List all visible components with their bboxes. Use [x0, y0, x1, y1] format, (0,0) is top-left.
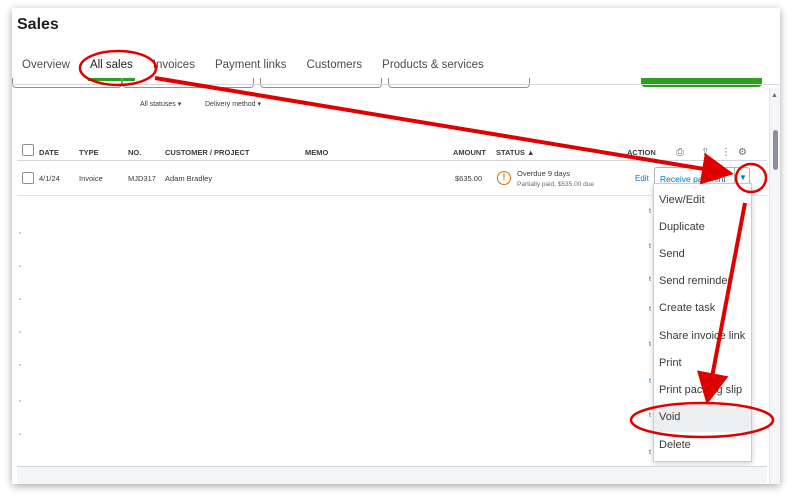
header-divider [17, 160, 767, 161]
filter-dropdown-3[interactable] [260, 78, 382, 88]
col-status[interactable]: STATUS ▲ [496, 148, 534, 157]
delivery-filter[interactable]: Delivery method ▾ [205, 100, 261, 108]
app-window: Sales Overview All sales Invoices Paymen… [12, 8, 780, 484]
table-footer [17, 466, 767, 484]
menu-item-view-edit[interactable]: View/Edit [654, 188, 751, 215]
row-placeholder [19, 298, 21, 300]
page-title: Sales [17, 16, 59, 33]
vertical-scrollbar[interactable]: ▲ [769, 88, 780, 484]
filter-dropdown-2[interactable] [122, 78, 254, 88]
caret-down-icon: ▼ [739, 173, 747, 182]
row-placeholder [19, 265, 21, 267]
more-vertical-icon[interactable]: ⋮ [721, 147, 731, 158]
menu-item-send-reminder[interactable]: Send reminder [654, 269, 751, 296]
filter-dropdown-1[interactable] [12, 78, 122, 88]
gear-icon[interactable]: ⚙ [738, 147, 747, 158]
menu-item-share-invoice-link[interactable]: Share invoice link [654, 324, 751, 351]
col-action: ACTION [627, 148, 656, 157]
select-all-checkbox[interactable] [22, 144, 34, 156]
row-checkbox[interactable] [22, 172, 34, 184]
menu-item-send[interactable]: Send [654, 242, 751, 269]
row-placeholder [19, 433, 21, 435]
table-header: DATE TYPE NO. CUSTOMER / PROJECT MEMO AM… [12, 141, 766, 161]
row-no: MJD317 [128, 174, 156, 183]
row-type: Invoice [79, 174, 103, 183]
scroll-up-icon[interactable]: ▲ [771, 92, 778, 99]
edit-link[interactable]: Edit [635, 174, 649, 183]
row-placeholder [19, 331, 21, 333]
action-menu: View/Edit Duplicate Send Send reminder C… [653, 183, 752, 462]
statuses-filter-label: All statuses [140, 101, 176, 108]
printer-icon[interactable]: ⎙ [676, 147, 684, 158]
row-date: 4/1/24 [39, 174, 60, 183]
col-customer[interactable]: CUSTOMER / PROJECT [165, 148, 249, 157]
new-transaction-button[interactable] [641, 78, 762, 87]
col-date[interactable]: DATE [39, 148, 59, 157]
menu-item-create-task[interactable]: Create task [654, 296, 751, 323]
row-placeholder [19, 364, 21, 366]
scroll-thumb[interactable] [773, 130, 778, 170]
menu-item-print-packing-slip[interactable]: Print packing slip [654, 378, 751, 405]
menu-item-duplicate[interactable]: Duplicate [654, 215, 751, 242]
chevron-down-icon: ▾ [177, 101, 182, 108]
chevron-down-icon: ▾ [257, 101, 262, 108]
statuses-filter[interactable]: All statuses ▾ [140, 100, 181, 108]
row-customer: Adam Bradley [165, 174, 213, 183]
col-amount[interactable]: AMOUNT [453, 148, 486, 157]
tabs-divider [12, 84, 780, 85]
col-no[interactable]: NO. [128, 148, 141, 157]
menu-item-print[interactable]: Print [654, 351, 751, 378]
warning-icon: ! [497, 171, 511, 185]
col-memo[interactable]: MEMO [305, 148, 328, 157]
row-amount: $635.00 [455, 174, 483, 183]
row-status-detail: Partially paid, $535.00 due [517, 181, 594, 188]
menu-item-void[interactable]: Void [654, 405, 751, 432]
row-status: Overdue 9 days [517, 169, 570, 178]
delivery-filter-label: Delivery method [205, 101, 256, 108]
row-placeholder [19, 232, 21, 234]
row-placeholder [19, 400, 21, 402]
export-icon[interactable]: ⇪ [701, 147, 709, 158]
menu-item-delete[interactable]: Delete [654, 433, 751, 460]
col-type[interactable]: TYPE [79, 148, 99, 157]
search-field[interactable] [388, 78, 530, 88]
